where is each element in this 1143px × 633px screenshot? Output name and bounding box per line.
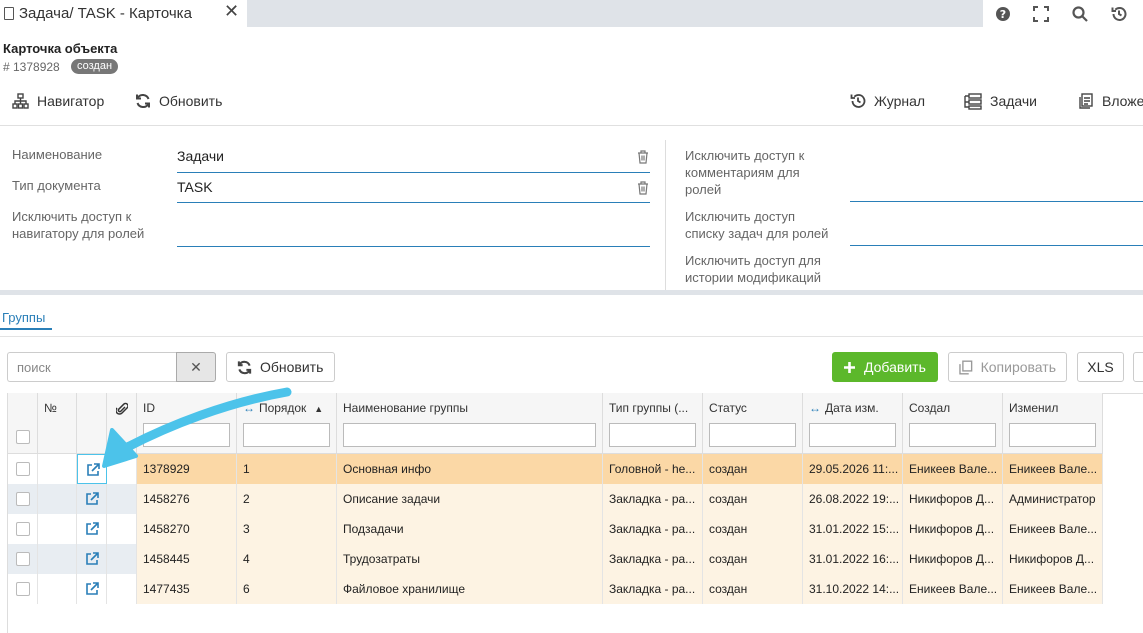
annotation-arrow-icon — [102, 387, 292, 468]
